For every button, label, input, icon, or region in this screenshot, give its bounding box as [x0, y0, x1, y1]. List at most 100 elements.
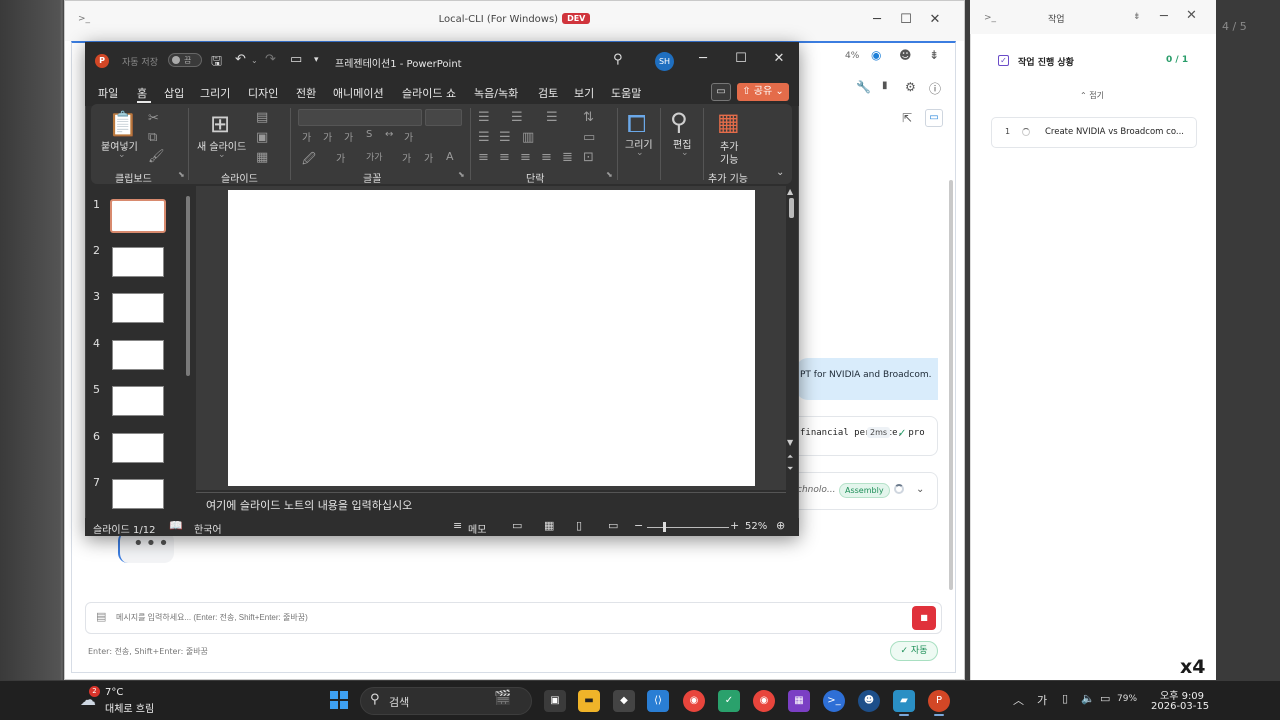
change-case-icon[interactable]: 가가 [366, 150, 383, 163]
ppt-close-button[interactable]: ✕ [768, 51, 790, 66]
zoom-out-icon[interactable]: − [634, 519, 643, 532]
cli-scrollbar[interactable] [949, 180, 953, 590]
edit-dropdown-icon[interactable]: ⌄ [681, 148, 689, 158]
ppt-maximize-button[interactable]: ☐ [730, 51, 752, 66]
slide-sorter-icon[interactable]: ▦ [544, 519, 554, 532]
font-family-select[interactable] [298, 109, 422, 126]
clapper-icon[interactable]: ▦ [788, 690, 810, 712]
weather-temperature[interactable]: 7°C [105, 687, 123, 698]
slideshow-icon[interactable]: ▭ [608, 519, 618, 532]
font-size-select[interactable] [425, 109, 462, 126]
find-icon[interactable]: ⚲ [670, 108, 688, 136]
share-button[interactable]: ⇧ 공유 ⌄ [737, 83, 789, 101]
format-painter-icon[interactable]: 🖌 [148, 149, 165, 164]
present-icon[interactable]: ▭ [290, 52, 302, 67]
screenshot-app-icon[interactable]: ▰ [893, 690, 915, 712]
draw-dropdown-icon[interactable]: ⌄ [636, 148, 644, 158]
folder-icon[interactable]: ▭ [925, 109, 943, 127]
cli-maximize-button[interactable]: ☐ [895, 10, 917, 30]
tab-view[interactable]: 보기 [574, 85, 594, 101]
strikethrough-icon[interactable]: S [366, 129, 372, 140]
task-close-button[interactable]: ✕ [1186, 8, 1197, 23]
chevron-up-icon[interactable]: ︿ [1013, 692, 1024, 708]
paragraph-launcher-icon[interactable]: ⬊ [606, 170, 613, 179]
task-view-icon[interactable]: ▣ [544, 690, 566, 712]
increase-indent-icon[interactable]: ☰ [499, 130, 511, 145]
align-right-icon[interactable]: ≡ [520, 150, 531, 165]
customize-qat-icon[interactable]: ▾ [314, 55, 319, 65]
copy-icon[interactable]: ⧉ [148, 130, 157, 145]
slide-thumbnail[interactable] [112, 340, 164, 370]
accessibility-icon[interactable]: 📖 [169, 519, 183, 532]
grow-font-icon[interactable]: 가 [302, 129, 311, 144]
weather-description[interactable]: 대체로 흐림 [105, 700, 154, 715]
cli-close-button[interactable]: ✕ [924, 10, 946, 30]
tab-slideshow[interactable]: 슬라이드 쇼 [402, 85, 456, 101]
align-left-icon[interactable]: ≡ [478, 150, 489, 165]
chat-input[interactable] [116, 606, 886, 628]
info-icon[interactable]: ⓘ [929, 80, 941, 97]
pin-icon[interactable]: ⇟ [1133, 12, 1141, 22]
robot-icon[interactable]: ☻ [899, 48, 912, 62]
tab-insert[interactable]: 삽입 [164, 85, 184, 101]
highlight-icon[interactable]: 🖉 [302, 150, 316, 172]
shapes-icon[interactable]: ⧠ [627, 110, 646, 138]
vscode-icon[interactable]: ⟨⟩ [647, 690, 669, 712]
scroll-up-icon[interactable]: ▲ [787, 187, 793, 196]
external-link-icon[interactable]: ⇱ [902, 111, 912, 125]
terminal-app-icon[interactable]: ◆ [613, 690, 635, 712]
clear-format-icon[interactable]: 가 [404, 129, 413, 144]
stop-button[interactable]: ■ [912, 606, 936, 630]
text-direction-icon[interactable]: ⇅ [583, 110, 594, 125]
clock-date[interactable]: 2026-03-15 [1151, 701, 1209, 712]
columns-icon[interactable]: ▥ [522, 130, 534, 145]
align-center-icon[interactable]: ≡ [499, 150, 510, 165]
reset-icon[interactable]: ▣ [256, 130, 268, 145]
cli-minimize-button[interactable]: ─ [866, 10, 888, 30]
battery-icon[interactable]: ▭ [1100, 692, 1110, 705]
thumbnail-scrollbar[interactable] [186, 196, 190, 376]
tab-home[interactable]: 홈 [137, 85, 147, 101]
slide-thumbnail[interactable] [112, 293, 164, 323]
attach-icon[interactable]: ▤ [96, 610, 106, 623]
paste-dropdown-icon[interactable]: ⌄ [118, 150, 126, 160]
chrome-icon[interactable]: ◉ [683, 690, 705, 712]
task-panel-titlebar[interactable] [970, 0, 1216, 34]
notes-button-label[interactable]: 메모 [468, 521, 486, 536]
task-minimize-button[interactable]: ─ [1160, 9, 1168, 24]
slide-thumbnail[interactable] [112, 247, 164, 277]
tab-review[interactable]: 검토 [538, 85, 558, 101]
new-slide-dropdown-icon[interactable]: ⌄ [218, 150, 226, 160]
zoom-in-icon[interactable]: + [730, 519, 739, 532]
chrome-profile-icon[interactable]: ◉ [753, 690, 775, 712]
bot-app-icon[interactable]: ☻ [858, 690, 880, 712]
slide-thumbnail[interactable] [110, 199, 166, 233]
numbering-icon[interactable]: ☰ [511, 110, 523, 125]
decrease-font-icon[interactable]: 가 [424, 150, 433, 165]
comments-button[interactable]: ▭ [711, 83, 731, 101]
line-spacing-icon[interactable]: ☰ [546, 110, 558, 125]
tab-help[interactable]: 도움말 [611, 85, 641, 101]
slide-thumbnail[interactable] [112, 386, 164, 416]
gear-icon[interactable]: ⚙ [905, 80, 916, 94]
scroll-down-icon[interactable]: ▼ [787, 438, 793, 447]
bullets-icon[interactable]: ☰ [478, 110, 490, 125]
slide-thumbnail[interactable] [112, 433, 164, 463]
slide-thumbnail[interactable] [112, 479, 164, 509]
reading-view-icon[interactable]: ▯ [576, 519, 582, 532]
shrink-font-icon[interactable]: 가 [323, 129, 332, 144]
tab-record[interactable]: 녹음/녹화 [474, 85, 518, 101]
ime-indicator[interactable]: 가 [1037, 692, 1047, 708]
wrench-icon[interactable]: 🔧 [856, 80, 871, 94]
tab-design[interactable]: 디자인 [248, 85, 278, 101]
start-button[interactable] [330, 691, 348, 709]
zoom-slider-thumb[interactable] [663, 522, 666, 532]
prev-slide-icon[interactable]: ⏶ [787, 452, 793, 462]
powerpoint-taskbar-icon[interactable]: P [928, 690, 950, 712]
task-collapse-button[interactable]: ⌃ 접기 [1080, 90, 1104, 101]
next-slide-icon[interactable]: ⏷ [787, 464, 793, 474]
tab-draw[interactable]: 그리기 [200, 85, 230, 101]
font-color-icon[interactable]: 가 [336, 150, 345, 165]
cut-icon[interactable]: ✂ [148, 111, 159, 126]
clear-formatting-icon[interactable]: A [446, 150, 454, 163]
